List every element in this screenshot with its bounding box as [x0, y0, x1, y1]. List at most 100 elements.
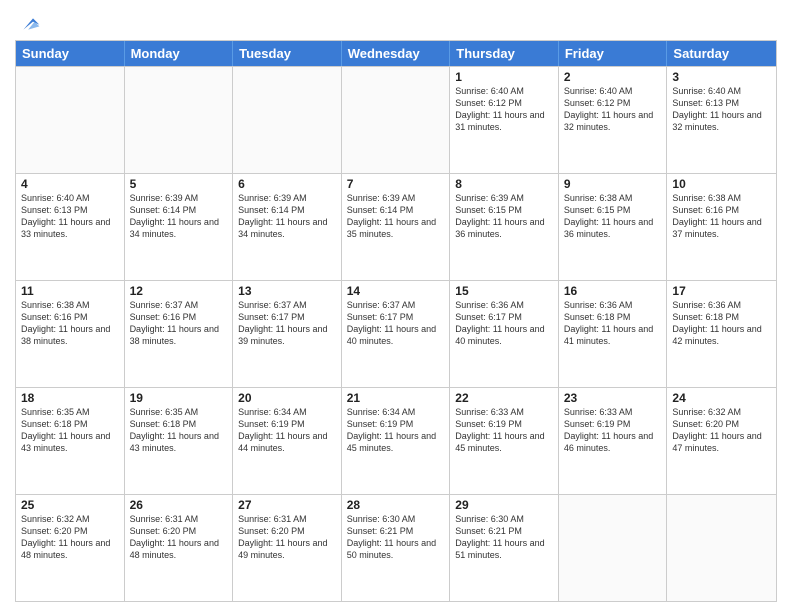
- calendar-cell: 7Sunrise: 6:39 AM Sunset: 6:14 PM Daylig…: [342, 174, 451, 280]
- day-number: 18: [21, 391, 119, 405]
- calendar-cell: [16, 67, 125, 173]
- calendar-cell: [125, 67, 234, 173]
- cell-info: Sunrise: 6:35 AM Sunset: 6:18 PM Dayligh…: [130, 406, 228, 455]
- day-number: 5: [130, 177, 228, 191]
- calendar-cell: [667, 495, 776, 601]
- cell-info: Sunrise: 6:39 AM Sunset: 6:14 PM Dayligh…: [238, 192, 336, 241]
- day-number: 9: [564, 177, 662, 191]
- calendar-cell: 10Sunrise: 6:38 AM Sunset: 6:16 PM Dayli…: [667, 174, 776, 280]
- calendar-cell: 6Sunrise: 6:39 AM Sunset: 6:14 PM Daylig…: [233, 174, 342, 280]
- calendar-cell: 22Sunrise: 6:33 AM Sunset: 6:19 PM Dayli…: [450, 388, 559, 494]
- calendar-cell: [559, 495, 668, 601]
- day-number: 1: [455, 70, 553, 84]
- calendar-header: SundayMondayTuesdayWednesdayThursdayFrid…: [16, 41, 776, 66]
- cell-info: Sunrise: 6:34 AM Sunset: 6:19 PM Dayligh…: [347, 406, 445, 455]
- day-number: 14: [347, 284, 445, 298]
- header-cell-friday: Friday: [559, 41, 668, 66]
- calendar-cell: 3Sunrise: 6:40 AM Sunset: 6:13 PM Daylig…: [667, 67, 776, 173]
- calendar-cell: 15Sunrise: 6:36 AM Sunset: 6:17 PM Dayli…: [450, 281, 559, 387]
- day-number: 2: [564, 70, 662, 84]
- calendar-cell: 14Sunrise: 6:37 AM Sunset: 6:17 PM Dayli…: [342, 281, 451, 387]
- day-number: 13: [238, 284, 336, 298]
- cell-info: Sunrise: 6:37 AM Sunset: 6:17 PM Dayligh…: [238, 299, 336, 348]
- logo: [15, 14, 41, 34]
- calendar-cell: 13Sunrise: 6:37 AM Sunset: 6:17 PM Dayli…: [233, 281, 342, 387]
- cell-info: Sunrise: 6:40 AM Sunset: 6:13 PM Dayligh…: [21, 192, 119, 241]
- header-cell-wednesday: Wednesday: [342, 41, 451, 66]
- day-number: 11: [21, 284, 119, 298]
- day-number: 25: [21, 498, 119, 512]
- cell-info: Sunrise: 6:31 AM Sunset: 6:20 PM Dayligh…: [238, 513, 336, 562]
- calendar-cell: 4Sunrise: 6:40 AM Sunset: 6:13 PM Daylig…: [16, 174, 125, 280]
- calendar-row: 1Sunrise: 6:40 AM Sunset: 6:12 PM Daylig…: [16, 66, 776, 173]
- calendar-cell: 9Sunrise: 6:38 AM Sunset: 6:15 PM Daylig…: [559, 174, 668, 280]
- day-number: 6: [238, 177, 336, 191]
- header-cell-tuesday: Tuesday: [233, 41, 342, 66]
- calendar-cell: 17Sunrise: 6:36 AM Sunset: 6:18 PM Dayli…: [667, 281, 776, 387]
- calendar-cell: 27Sunrise: 6:31 AM Sunset: 6:20 PM Dayli…: [233, 495, 342, 601]
- calendar-cell: 12Sunrise: 6:37 AM Sunset: 6:16 PM Dayli…: [125, 281, 234, 387]
- calendar-row: 11Sunrise: 6:38 AM Sunset: 6:16 PM Dayli…: [16, 280, 776, 387]
- day-number: 17: [672, 284, 771, 298]
- day-number: 8: [455, 177, 553, 191]
- calendar-cell: 2Sunrise: 6:40 AM Sunset: 6:12 PM Daylig…: [559, 67, 668, 173]
- cell-info: Sunrise: 6:38 AM Sunset: 6:16 PM Dayligh…: [21, 299, 119, 348]
- calendar-body: 1Sunrise: 6:40 AM Sunset: 6:12 PM Daylig…: [16, 66, 776, 601]
- cell-info: Sunrise: 6:33 AM Sunset: 6:19 PM Dayligh…: [564, 406, 662, 455]
- calendar-cell: 8Sunrise: 6:39 AM Sunset: 6:15 PM Daylig…: [450, 174, 559, 280]
- day-number: 15: [455, 284, 553, 298]
- header-cell-thursday: Thursday: [450, 41, 559, 66]
- cell-info: Sunrise: 6:33 AM Sunset: 6:19 PM Dayligh…: [455, 406, 553, 455]
- day-number: 7: [347, 177, 445, 191]
- header-cell-saturday: Saturday: [667, 41, 776, 66]
- cell-info: Sunrise: 6:36 AM Sunset: 6:18 PM Dayligh…: [672, 299, 771, 348]
- calendar-cell: 19Sunrise: 6:35 AM Sunset: 6:18 PM Dayli…: [125, 388, 234, 494]
- day-number: 12: [130, 284, 228, 298]
- calendar-cell: 24Sunrise: 6:32 AM Sunset: 6:20 PM Dayli…: [667, 388, 776, 494]
- cell-info: Sunrise: 6:37 AM Sunset: 6:17 PM Dayligh…: [347, 299, 445, 348]
- calendar-cell: 18Sunrise: 6:35 AM Sunset: 6:18 PM Dayli…: [16, 388, 125, 494]
- cell-info: Sunrise: 6:30 AM Sunset: 6:21 PM Dayligh…: [347, 513, 445, 562]
- day-number: 10: [672, 177, 771, 191]
- calendar-cell: 5Sunrise: 6:39 AM Sunset: 6:14 PM Daylig…: [125, 174, 234, 280]
- cell-info: Sunrise: 6:37 AM Sunset: 6:16 PM Dayligh…: [130, 299, 228, 348]
- day-number: 26: [130, 498, 228, 512]
- day-number: 16: [564, 284, 662, 298]
- day-number: 29: [455, 498, 553, 512]
- cell-info: Sunrise: 6:34 AM Sunset: 6:19 PM Dayligh…: [238, 406, 336, 455]
- calendar-cell: 16Sunrise: 6:36 AM Sunset: 6:18 PM Dayli…: [559, 281, 668, 387]
- calendar-row: 18Sunrise: 6:35 AM Sunset: 6:18 PM Dayli…: [16, 387, 776, 494]
- day-number: 4: [21, 177, 119, 191]
- cell-info: Sunrise: 6:39 AM Sunset: 6:15 PM Dayligh…: [455, 192, 553, 241]
- header-cell-sunday: Sunday: [16, 41, 125, 66]
- cell-info: Sunrise: 6:40 AM Sunset: 6:12 PM Dayligh…: [564, 85, 662, 134]
- header-cell-monday: Monday: [125, 41, 234, 66]
- cell-info: Sunrise: 6:40 AM Sunset: 6:13 PM Dayligh…: [672, 85, 771, 134]
- calendar-cell: 28Sunrise: 6:30 AM Sunset: 6:21 PM Dayli…: [342, 495, 451, 601]
- calendar-cell: 11Sunrise: 6:38 AM Sunset: 6:16 PM Dayli…: [16, 281, 125, 387]
- cell-info: Sunrise: 6:30 AM Sunset: 6:21 PM Dayligh…: [455, 513, 553, 562]
- day-number: 20: [238, 391, 336, 405]
- cell-info: Sunrise: 6:39 AM Sunset: 6:14 PM Dayligh…: [347, 192, 445, 241]
- day-number: 23: [564, 391, 662, 405]
- cell-info: Sunrise: 6:38 AM Sunset: 6:15 PM Dayligh…: [564, 192, 662, 241]
- calendar-cell: 21Sunrise: 6:34 AM Sunset: 6:19 PM Dayli…: [342, 388, 451, 494]
- cell-info: Sunrise: 6:39 AM Sunset: 6:14 PM Dayligh…: [130, 192, 228, 241]
- calendar-row: 25Sunrise: 6:32 AM Sunset: 6:20 PM Dayli…: [16, 494, 776, 601]
- cell-info: Sunrise: 6:40 AM Sunset: 6:12 PM Dayligh…: [455, 85, 553, 134]
- cell-info: Sunrise: 6:31 AM Sunset: 6:20 PM Dayligh…: [130, 513, 228, 562]
- calendar-cell: 29Sunrise: 6:30 AM Sunset: 6:21 PM Dayli…: [450, 495, 559, 601]
- cell-info: Sunrise: 6:36 AM Sunset: 6:18 PM Dayligh…: [564, 299, 662, 348]
- logo-icon: [17, 14, 41, 34]
- day-number: 27: [238, 498, 336, 512]
- calendar-cell: 25Sunrise: 6:32 AM Sunset: 6:20 PM Dayli…: [16, 495, 125, 601]
- calendar-cell: 23Sunrise: 6:33 AM Sunset: 6:19 PM Dayli…: [559, 388, 668, 494]
- calendar-cell: 26Sunrise: 6:31 AM Sunset: 6:20 PM Dayli…: [125, 495, 234, 601]
- cell-info: Sunrise: 6:35 AM Sunset: 6:18 PM Dayligh…: [21, 406, 119, 455]
- cell-info: Sunrise: 6:32 AM Sunset: 6:20 PM Dayligh…: [672, 406, 771, 455]
- calendar-cell: 1Sunrise: 6:40 AM Sunset: 6:12 PM Daylig…: [450, 67, 559, 173]
- day-number: 28: [347, 498, 445, 512]
- calendar-row: 4Sunrise: 6:40 AM Sunset: 6:13 PM Daylig…: [16, 173, 776, 280]
- cell-info: Sunrise: 6:32 AM Sunset: 6:20 PM Dayligh…: [21, 513, 119, 562]
- calendar-cell: [342, 67, 451, 173]
